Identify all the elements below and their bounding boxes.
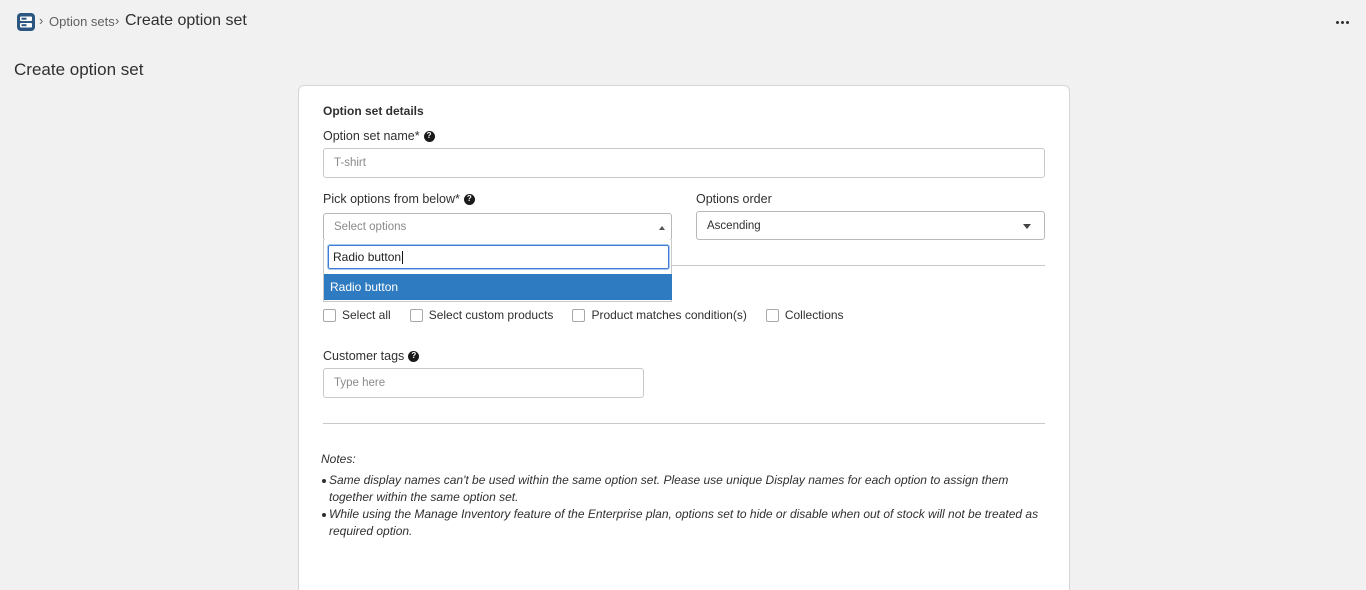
product-selection-checkboxes: Select all Select custom products Produc…: [323, 308, 863, 322]
checkbox-label: Select all: [342, 308, 391, 322]
options-order-value: Ascending: [707, 219, 761, 232]
breadcrumb-current: Create option set: [125, 12, 247, 29]
checkbox-label: Select custom products: [428, 308, 554, 322]
checkbox-box[interactable]: [572, 308, 586, 322]
text-cursor: [402, 250, 404, 264]
help-icon[interactable]: ?: [408, 350, 420, 362]
pick-options-select[interactable]: Select options: [323, 213, 672, 241]
bullet-icon: [322, 513, 326, 517]
option-set-name-label-text: Option set name*: [323, 129, 420, 143]
notes-item-text: While using the Manage Inventory feature…: [329, 507, 1039, 538]
option-set-name-label: Option set name* ?: [323, 129, 435, 143]
pick-options-label-text: Pick options from below*: [323, 192, 460, 206]
help-icon[interactable]: ?: [463, 193, 475, 205]
options-dropdown-panel: Radio button Radio button: [323, 240, 672, 302]
more-actions-button[interactable]: [1332, 13, 1352, 31]
notes-list: Same display names can't be used within …: [322, 472, 1051, 540]
options-order-label-text: Options order: [696, 192, 772, 206]
dropdown-option-radio-button[interactable]: Radio button: [324, 274, 672, 300]
section-divider: [323, 423, 1045, 424]
notes-section: Notes: Same display names can't be used …: [321, 451, 1051, 540]
customer-tags-label-text: Customer tags: [323, 349, 405, 363]
customer-tags-label: Customer tags ?: [323, 349, 420, 363]
options-order-select[interactable]: Ascending: [696, 211, 1045, 240]
notes-heading: Notes:: [321, 452, 356, 466]
pick-options-placeholder: Select options: [334, 221, 407, 233]
option-set-name-input[interactable]: T-shirt: [323, 148, 1045, 178]
app-logo-icon[interactable]: [17, 13, 35, 31]
notes-list-item: While using the Manage Inventory feature…: [322, 506, 1051, 540]
option-set-name-placeholder: T-shirt: [334, 157, 366, 169]
options-search-input[interactable]: Radio button: [327, 244, 670, 270]
checkbox-box[interactable]: [409, 308, 423, 322]
option-set-card: Option set details Option set name* ? T-…: [298, 85, 1070, 590]
checkbox-collections[interactable]: Collections: [765, 308, 844, 322]
notes-item-text: Same display names can't be used within …: [329, 473, 1009, 504]
section-heading: Option set details: [323, 104, 424, 118]
customer-tags-placeholder: Type here: [334, 377, 386, 389]
chevron-down-icon: [1023, 224, 1031, 229]
pick-options-label: Pick options from below* ?: [323, 192, 475, 206]
page-title: Create option set: [14, 60, 144, 79]
customer-tags-input[interactable]: Type here: [323, 368, 644, 398]
more-horizontal-icon: [1335, 20, 1349, 24]
notes-list-item: Same display names can't be used within …: [322, 472, 1051, 506]
checkbox-product-matches-conditions[interactable]: Product matches condition(s): [572, 308, 747, 322]
caret-up-icon: [659, 226, 665, 230]
help-icon[interactable]: ?: [423, 130, 435, 142]
options-search-value: Radio button: [333, 250, 402, 264]
checkbox-select-all[interactable]: Select all: [323, 308, 391, 322]
checkbox-select-custom-products[interactable]: Select custom products: [409, 308, 554, 322]
breadcrumb-option-sets-link[interactable]: Option sets: [49, 14, 115, 29]
checkbox-label: Collections: [784, 308, 844, 322]
checkbox-box[interactable]: [323, 308, 336, 322]
checkbox-label: Product matches condition(s): [591, 308, 747, 322]
breadcrumb-separator: ›: [39, 13, 44, 28]
breadcrumb-separator: ›: [115, 13, 120, 28]
dropdown-option-label: Radio button: [330, 280, 399, 294]
top-bar: › Option sets › Create option set: [0, 0, 1366, 44]
bullet-icon: [322, 479, 326, 483]
checkbox-box[interactable]: [765, 308, 779, 322]
options-order-label: Options order: [696, 192, 772, 206]
